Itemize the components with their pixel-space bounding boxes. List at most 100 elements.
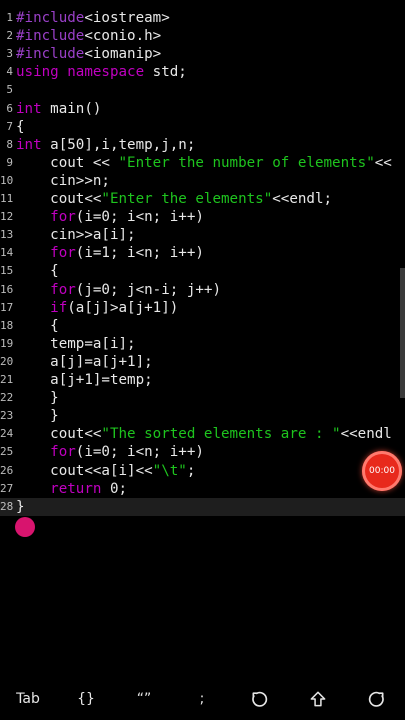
code-text: for(i=0; i<n; i++): [16, 443, 204, 461]
code-token: }: [16, 498, 25, 515]
line-number: 14: [0, 246, 14, 260]
redo-button[interactable]: [351, 678, 401, 720]
string-token: "\t": [152, 462, 187, 479]
code-token: cout <<: [16, 154, 119, 171]
code-text: {: [16, 118, 25, 136]
screen-recorder-button[interactable]: 00:00: [362, 451, 402, 491]
code-line[interactable]: 5: [0, 81, 405, 99]
code-line[interactable]: 2 #include<conio.h>: [0, 27, 405, 45]
text-cursor-handle[interactable]: [15, 517, 35, 537]
code-line[interactable]: 14 for(i=1; i<n; i++): [0, 244, 405, 262]
code-token: a[j]=a[j+1];: [16, 353, 153, 370]
line-number: 23: [0, 409, 14, 423]
code-token: <conio.h>: [84, 28, 162, 45]
code-token: <<endl: [340, 426, 392, 443]
code-line[interactable]: 7{: [0, 118, 405, 136]
code-line[interactable]: 12 for(i=0; i<n; i++): [0, 208, 405, 226]
quotes-key-label: “”: [136, 691, 152, 707]
keyword-token: int: [16, 100, 42, 117]
code-line[interactable]: 6 int main(): [0, 100, 405, 118]
code-line[interactable]: 23 }: [0, 407, 405, 425]
keyword-token: for: [50, 281, 76, 298]
code-text: for(j=0; j<n-i; j++): [16, 281, 221, 299]
braces-key-label: {}: [77, 691, 95, 707]
code-token: std;: [144, 64, 187, 81]
code-text: int main(): [16, 100, 101, 118]
code-text: {: [16, 262, 59, 280]
semicolon-key-button[interactable]: ;: [177, 678, 227, 720]
code-token: {: [16, 263, 59, 280]
braces-key-button[interactable]: {}: [61, 678, 111, 720]
code-line[interactable]: 1 #include<iostream>: [0, 9, 405, 27]
line-number: 6: [6, 101, 13, 115]
bottom-key-toolbar: Tab {} “” ;: [0, 678, 405, 720]
code-line[interactable]: 28}: [0, 497, 405, 516]
code-text: if(a[j]>a[j+1]): [16, 299, 178, 317]
keyword-token: return: [50, 480, 102, 497]
line-number: 2: [6, 29, 13, 43]
line-number: 5: [6, 83, 13, 97]
code-token: cin>>a[i];: [16, 227, 136, 244]
code-line[interactable]: 13 cin>>a[i];: [0, 226, 405, 244]
code-line[interactable]: 24 cout<<"The sorted elements are : "<<e…: [0, 425, 405, 443]
preprocessor-token: #include: [16, 28, 85, 45]
line-number: 15: [0, 264, 14, 278]
code-token: (i=1; i<n; i++): [75, 245, 204, 262]
line-number: 1: [6, 11, 13, 24]
code-text: a[j]=a[j+1];: [16, 353, 153, 371]
undo-button[interactable]: [235, 678, 285, 720]
line-number: 3: [6, 47, 13, 61]
code-line[interactable]: 15 {: [0, 262, 405, 280]
code-line[interactable]: 18 {: [0, 317, 405, 335]
code-line[interactable]: 17 if(a[j]>a[j+1]): [0, 299, 405, 317]
code-line[interactable]: 21 a[j+1]=temp;: [0, 371, 405, 389]
code-text: }: [16, 407, 59, 425]
code-editor[interactable]: 1 #include<iostream> 2 #include<conio.h> 3 #i…: [0, 0, 405, 666]
string-token: "Enter the number of elements": [118, 154, 375, 171]
line-number: 7: [6, 119, 13, 133]
line-number: 9: [6, 155, 13, 169]
code-line[interactable]: 11 cout<<"Enter the elements"<<endl;: [0, 190, 405, 208]
code-line[interactable]: 10 cin>>n;: [0, 172, 405, 190]
code-token: {: [16, 118, 25, 135]
line-number: 18: [0, 318, 14, 332]
code-token: }: [16, 390, 59, 407]
shift-arrow-icon: [310, 691, 326, 707]
scrollbar-thumb[interactable]: [400, 268, 405, 398]
code-line[interactable]: 22 }: [0, 389, 405, 407]
semicolon-key-label: ;: [199, 691, 205, 707]
code-line[interactable]: 9 cout << "Enter the number of elements"…: [0, 154, 405, 172]
keyword-token: using namespace: [16, 64, 145, 81]
code-text: cout<<"The sorted elements are : "<<endl: [16, 425, 392, 443]
code-line[interactable]: 8 int a[50],i,temp,j,n;: [0, 136, 405, 154]
code-text: cin>>a[i];: [16, 226, 136, 244]
shift-button[interactable]: [293, 678, 343, 720]
code-token: }: [16, 408, 59, 425]
code-token: cout<<: [16, 191, 102, 207]
code-token: (a[j]>a[j+1]): [67, 299, 179, 316]
code-line[interactable]: 20 a[j]=a[j+1];: [0, 353, 405, 371]
preprocessor-token: #include: [16, 46, 85, 63]
code-line[interactable]: 19 temp=a[i];: [0, 335, 405, 353]
keyword-token: for: [50, 245, 76, 262]
code-line[interactable]: 27 return 0;: [0, 480, 405, 498]
preprocessor-token: #include: [16, 10, 85, 26]
code-token: 0;: [101, 480, 128, 497]
code-text: for(i=1; i<n; i++): [16, 244, 204, 262]
code-line[interactable]: 25 for(i=0; i<n; i++): [0, 443, 405, 461]
code-token: <iostream>: [84, 10, 170, 26]
code-text: for(i=0; i<n; i++): [16, 208, 204, 226]
line-number: 21: [0, 373, 14, 386]
code-line[interactable]: 16 for(j=0; j<n-i; j++): [0, 281, 405, 299]
code-line[interactable]: 26 cout<<a[i]<<"\t";: [0, 462, 405, 480]
line-number: 11: [0, 192, 14, 205]
quotes-key-button[interactable]: “”: [119, 678, 169, 720]
tab-key-button[interactable]: Tab: [3, 678, 53, 720]
code-line[interactable]: 3 #include<iomanip>: [0, 45, 405, 63]
code-text: cout<<a[i]<<"\t";: [16, 462, 195, 480]
code-line[interactable]: 4 using namespace std;: [0, 63, 405, 81]
code-token: ;: [186, 462, 196, 479]
